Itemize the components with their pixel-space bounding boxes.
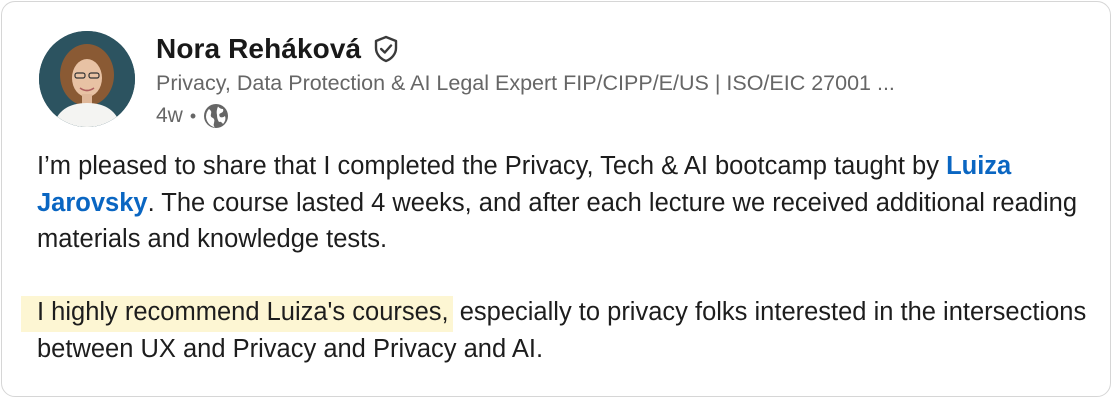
globe-icon — [203, 103, 229, 129]
verified-shield-icon — [371, 34, 401, 64]
post-body: I’m pleased to share that I completed th… — [21, 148, 1087, 367]
paragraph-1-text-start: I’m pleased to share that I completed th… — [37, 152, 947, 180]
post-paragraph-1: I’m pleased to share that I completed th… — [37, 148, 1087, 258]
author-name-row: Nora Reháková — [156, 30, 401, 68]
post-paragraph-2: I highly recommend Luiza's courses, espe… — [21, 294, 1087, 367]
author-name[interactable]: Nora Reháková — [156, 33, 361, 65]
highlighted-text: I highly recommend Luiza's courses, — [21, 296, 453, 332]
post-card: Nora Reháková Privacy, Data Protection &… — [1, 1, 1111, 397]
avatar-portrait — [39, 31, 135, 127]
paragraph-1-text-end: . The course lasted 4 weeks, and after e… — [37, 188, 1078, 254]
author-headline: Privacy, Data Protection & AI Legal Expe… — [156, 71, 895, 95]
post-time[interactable]: 4w — [156, 104, 183, 128]
post-meta: 4w • — [156, 101, 229, 131]
author-avatar[interactable] — [39, 31, 135, 127]
meta-separator: • — [189, 105, 197, 126]
